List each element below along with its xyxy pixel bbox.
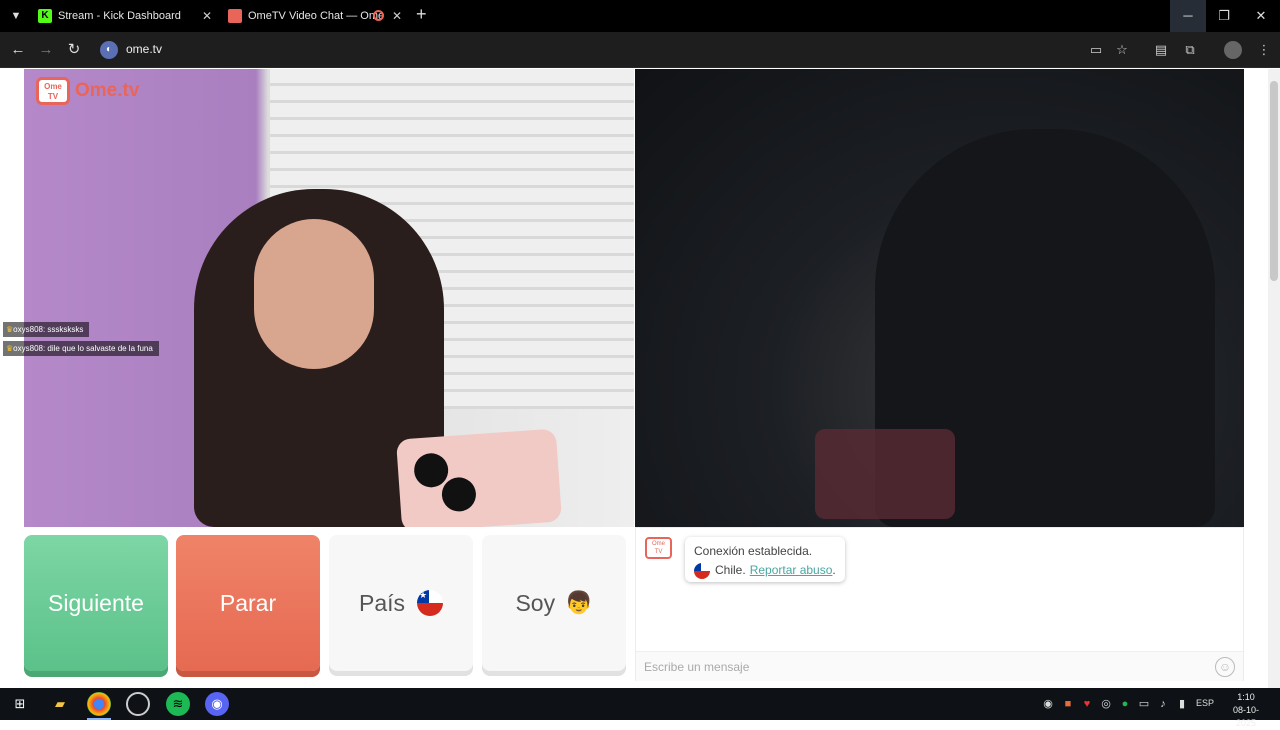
taskbar: ⊞ ▰ ≋ ◉ ◉ ■ ♥ ◎ ● ▭ ♪ ▮ ESP 1:10 08-10-2… [0, 688, 1280, 728]
gender-button[interactable]: Soy 👦 [482, 535, 626, 671]
connection-status: Conexión establecida. [694, 544, 813, 558]
reader-icon[interactable]: ▤ [1152, 41, 1170, 59]
camera-lens [440, 476, 478, 513]
chat-username: oxys808 [13, 325, 43, 334]
minimize-button[interactable]: ─ [1170, 0, 1206, 32]
url-field[interactable]: ome.tv [126, 42, 162, 56]
report-abuse-link[interactable]: Reportar abuso [750, 561, 833, 580]
bookmark-star-icon[interactable]: ☆ [1113, 41, 1131, 59]
person-face [254, 219, 374, 369]
tab-bar: ▼ K Stream - Kick Dashboard ✕ OmeTV Vide… [0, 0, 1280, 32]
ometv-chat-logo-icon: Ome TV [645, 537, 672, 559]
tab-title: Stream - Kick Dashboard [58, 10, 181, 22]
chile-flag-icon [694, 562, 710, 579]
discord-tray-icon[interactable]: ◉ [1040, 696, 1056, 712]
country-label: País [358, 589, 406, 616]
ometv-logo[interactable]: Ome TV Ome.tv [36, 77, 139, 105]
network-icon[interactable]: ▭ [1136, 696, 1152, 712]
shield-tray-icon[interactable]: ♥ [1079, 696, 1095, 712]
site-info-icon[interactable]: ◐ [100, 41, 118, 59]
file-explorer-icon[interactable]: ▰ [48, 692, 72, 716]
local-video: Ome TV Ome.tv [24, 69, 634, 527]
clock-time: 1:10 [1237, 692, 1255, 702]
message-input[interactable]: Escribe un mensaje ☺ [636, 651, 1243, 681]
chrome-icon[interactable] [87, 692, 111, 716]
back-arrow-icon[interactable]: ← [8, 40, 28, 60]
boy-avatar-icon: 👦 [565, 590, 593, 615]
tab-ometv[interactable]: OmeTV Video Chat — Ome ✕ [228, 0, 402, 32]
cast-icon[interactable]: ▭ [1087, 41, 1105, 59]
ometv-favicon-icon [228, 9, 242, 23]
chile-flag-icon [417, 590, 444, 616]
tab-title: OmeTV Video Chat — Ome [248, 10, 385, 22]
stop-label: Parar [219, 589, 277, 616]
reload-icon[interactable]: ↻ [64, 40, 84, 60]
new-tab-button[interactable]: + [416, 4, 427, 25]
logo-tv-icon: Ome TV [36, 77, 70, 105]
maximize-button[interactable]: ❐ [1206, 0, 1242, 32]
remote-video [635, 69, 1244, 527]
extensions-icon[interactable]: ⧉ [1181, 41, 1199, 59]
obs-icon[interactable] [126, 692, 150, 716]
page-scrollbar[interactable] [1268, 69, 1280, 688]
stream-chat-message: ♛oxys808: sssksksks [3, 322, 90, 337]
windows-start-icon[interactable]: ⊞ [8, 692, 32, 716]
spotify-tray-icon[interactable]: ● [1117, 696, 1133, 712]
next-button[interactable]: Siguiente [24, 535, 168, 671]
stream-chat-message: ♛oxys808: dile que lo salvaste de la fun… [3, 341, 159, 356]
logo-text: Ome.tv [75, 80, 140, 101]
country-button[interactable]: País [329, 535, 473, 671]
spotify-icon[interactable]: ≋ [166, 692, 190, 716]
ometv-page: Ome TV Ome.tv ♛oxys808: sssksksks ♛oxys80… [0, 69, 1268, 688]
kick-favicon-icon: K [38, 9, 52, 23]
language-indicator[interactable]: ESP [1196, 698, 1214, 708]
system-message: Conexión establecida. Chile. Reportar ab… [685, 537, 845, 582]
chat-panel: Ome TV Conexión establecida. Chile. Repor… [635, 527, 1244, 681]
message-placeholder: Escribe un mensaje [644, 660, 750, 674]
gender-label: Soy [515, 589, 556, 616]
tab-kick-dashboard[interactable]: K Stream - Kick Dashboard ✕ [38, 0, 212, 32]
nvidia-tray-icon[interactable]: ◎ [1098, 696, 1114, 712]
scrollbar-thumb[interactable] [1270, 81, 1278, 281]
address-bar: ← → ↻ ◐ ome.tv ▭ ☆ ▤ ⧉ ⋮ [0, 32, 1280, 68]
menu-kebab-icon[interactable]: ⋮ [1255, 41, 1273, 59]
object-in-hand [815, 429, 955, 519]
clock-date: 08-10-2025 [1232, 705, 1259, 728]
close-tab-icon[interactable]: ✕ [392, 9, 402, 23]
app-tray-icon[interactable]: ■ [1060, 696, 1076, 712]
chat-text: dile que lo salvaste de la funa [47, 344, 153, 353]
close-tab-icon[interactable]: ✕ [202, 9, 212, 23]
camera-lens [413, 452, 450, 489]
phone-image [395, 428, 563, 527]
country-name: Chile. [715, 563, 746, 577]
next-label: Siguiente [48, 589, 144, 616]
report-suffix: . [832, 563, 836, 577]
forward-arrow-icon[interactable]: → [36, 40, 56, 60]
chat-text: sssksksks [47, 325, 84, 334]
discord-icon[interactable]: ◉ [205, 692, 229, 716]
stop-button[interactable]: Parar [176, 535, 320, 671]
close-window-button[interactable]: ✕ [1243, 0, 1279, 32]
country-line: Chile. Reportar abuso. [694, 561, 836, 580]
clock[interactable]: 1:10 08-10-2025 [1224, 691, 1268, 730]
tab-search-chevron-icon[interactable]: ▼ [6, 6, 26, 26]
profile-avatar-icon[interactable] [1224, 41, 1242, 59]
microphone-icon[interactable]: ▮ [1174, 696, 1190, 712]
volume-icon[interactable]: ♪ [1155, 696, 1171, 712]
emoji-icon[interactable]: ☺ [1215, 657, 1235, 677]
recording-icon [373, 10, 384, 21]
chat-username: oxys808 [13, 344, 43, 353]
